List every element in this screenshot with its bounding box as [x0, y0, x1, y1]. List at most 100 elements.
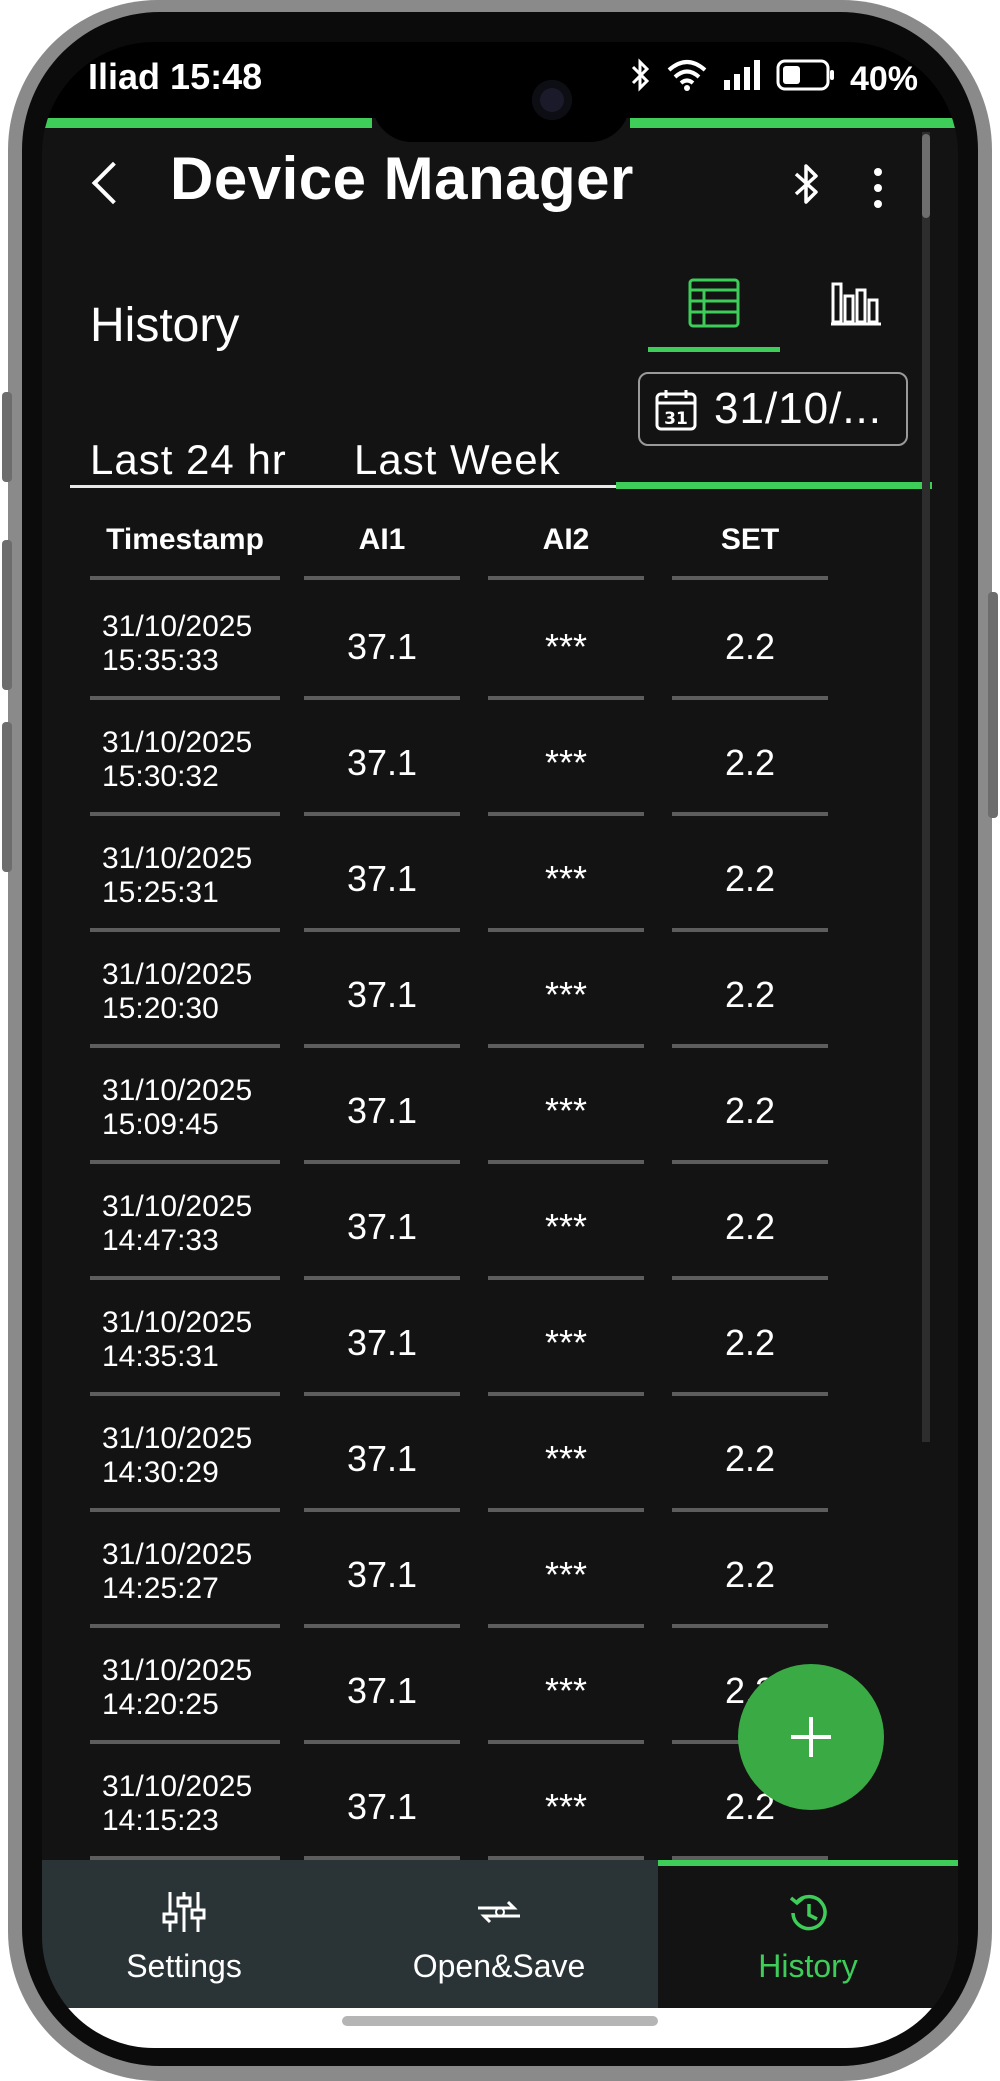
- cell-set: 2.2: [724, 858, 776, 899]
- scrollbar-thumb[interactable]: [922, 134, 930, 218]
- cell-ai2: ***: [544, 1090, 588, 1131]
- table-row[interactable]: 31/10/2025 14:30:29 37.1 *** 2.2: [42, 1396, 958, 1512]
- scrollbar-track[interactable]: [922, 132, 930, 1442]
- cell-timestamp: 31/10/2025 14:35:31: [102, 1306, 252, 1374]
- timestamp-time: 14:25:27: [102, 1572, 219, 1605]
- cell-timestamp: 31/10/2025 15:30:32: [102, 726, 252, 794]
- timestamp-date: 31/10/2025: [102, 1074, 253, 1107]
- timestamp-date: 31/10/2025: [102, 610, 253, 643]
- nav-active-indicator: [658, 1860, 958, 1866]
- cell-ai1: 37.1: [346, 1670, 418, 1711]
- nav-open-save-label: Open&Save: [412, 1948, 586, 1984]
- cell-ai1: 37.1: [346, 974, 418, 1015]
- timestamp-date: 31/10/2025: [102, 1538, 253, 1571]
- side-button: [988, 592, 998, 818]
- header-divider: [304, 576, 460, 580]
- timestamp-time: 14:30:29: [102, 1456, 219, 1489]
- section-title: History: [90, 299, 240, 352]
- tab-active-indicator: [616, 482, 932, 489]
- camera-lens: [532, 80, 572, 120]
- timestamp-date: 31/10/2025: [102, 958, 253, 991]
- cell-timestamp: 31/10/2025 15:20:30: [102, 958, 252, 1026]
- cell-set: 2.2: [724, 1322, 776, 1363]
- column-header-ai2: AI2: [542, 523, 590, 556]
- tab-last-24hr[interactable]: Last 24 hr: [90, 436, 287, 484]
- date-picker-button[interactable]: 31 31/10/...: [638, 372, 908, 446]
- timestamp-time: 15:25:31: [102, 876, 219, 909]
- table-row[interactable]: 31/10/2025 15:25:31 37.1 *** 2.2: [42, 816, 958, 932]
- nav-settings[interactable]: Settings: [42, 1860, 326, 2008]
- table-view-icon: [688, 278, 740, 328]
- timestamp-time: 15:35:33: [102, 644, 219, 677]
- header-divider: [672, 576, 828, 580]
- cell-timestamp: 31/10/2025 14:15:23: [102, 1770, 252, 1838]
- timestamp-time: 14:15:23: [102, 1804, 219, 1837]
- cell-ai2: ***: [544, 626, 588, 667]
- cell-timestamp: 31/10/2025 15:09:45: [102, 1074, 252, 1142]
- cell-set: 2.2: [724, 974, 776, 1015]
- cell-ai1: 37.1: [346, 1786, 418, 1827]
- cell-timestamp: 31/10/2025 14:30:29: [102, 1422, 252, 1490]
- timestamp-date: 31/10/2025: [102, 1306, 253, 1339]
- column-header-ai1: AI1: [358, 523, 406, 556]
- table-row[interactable]: 31/10/2025 15:30:32 37.1 *** 2.2: [42, 700, 958, 816]
- tab-last-week[interactable]: Last Week: [354, 436, 561, 484]
- date-picker-label: 31/10/...: [714, 384, 883, 433]
- bottom-nav: Settings Open&Save History: [42, 1860, 958, 2008]
- status-carrier-time: Iliad 15:48: [88, 56, 262, 98]
- timestamp-time: 14:35:31: [102, 1340, 219, 1373]
- more-vert-icon[interactable]: [874, 168, 882, 216]
- timestamp-time: 14:47:33: [102, 1224, 219, 1257]
- carrier-name: Iliad: [88, 56, 161, 97]
- cell-set: 2.2: [724, 742, 776, 783]
- table-row[interactable]: 31/10/2025 15:35:33 37.1 *** 2.2: [42, 584, 958, 700]
- side-button: [2, 722, 12, 872]
- cell-set: 2.2: [724, 1090, 776, 1131]
- home-indicator[interactable]: [342, 2016, 658, 2026]
- dynamic-island: [372, 62, 630, 142]
- open-save-icon: [326, 1888, 672, 1936]
- cell-ai1: 37.1: [346, 1554, 418, 1595]
- plus-icon: [791, 1717, 831, 1757]
- nav-history-label: History: [758, 1948, 858, 1984]
- side-button: [2, 392, 12, 482]
- timestamp-time: 15:09:45: [102, 1108, 219, 1141]
- table-row[interactable]: 31/10/2025 14:25:27 37.1 *** 2.2: [42, 1512, 958, 1628]
- svg-text:31: 31: [664, 409, 688, 429]
- table-row[interactable]: 31/10/2025 15:20:30 37.1 *** 2.2: [42, 932, 958, 1048]
- cell-set: 2.2: [724, 1206, 776, 1247]
- cell-ai2: ***: [544, 1438, 588, 1479]
- timestamp-date: 31/10/2025: [102, 726, 253, 759]
- bluetooth-icon[interactable]: [792, 162, 822, 211]
- cell-timestamp: 31/10/2025 14:25:27: [102, 1538, 252, 1606]
- chart-view-button[interactable]: [810, 256, 910, 352]
- table-row[interactable]: 31/10/2025 14:47:33 37.1 *** 2.2: [42, 1164, 958, 1280]
- table-row[interactable]: 31/10/2025 15:09:45 37.1 *** 2.2: [42, 1048, 958, 1164]
- cell-set: 2.2: [724, 1554, 776, 1595]
- nav-open-save[interactable]: Open&Save: [326, 1860, 672, 2008]
- app-screen: Iliad 15:48 40% Device Manager History L…: [42, 42, 958, 2048]
- cell-set: 2.2: [724, 1438, 776, 1479]
- status-time: 15:48: [170, 56, 263, 97]
- cell-ai1: 37.1: [346, 1322, 418, 1363]
- timestamp-time: 15:20:30: [102, 992, 219, 1025]
- cell-timestamp: 31/10/2025 14:47:33: [102, 1190, 252, 1258]
- timestamp-time: 14:20:25: [102, 1688, 219, 1721]
- table-view-button[interactable]: [648, 256, 780, 352]
- home-indicator-area: [42, 2008, 958, 2048]
- status-icons: 40%: [630, 58, 918, 101]
- nav-settings-label: Settings: [126, 1948, 242, 1984]
- cell-ai2: ***: [544, 1206, 588, 1247]
- cell-ai2: ***: [544, 858, 588, 899]
- nav-history[interactable]: History: [658, 1860, 958, 2008]
- timestamp-date: 31/10/2025: [102, 1422, 253, 1455]
- cell-ai1: 37.1: [346, 858, 418, 899]
- chart-view-icon: [831, 282, 881, 326]
- cell-ai2: ***: [544, 1670, 588, 1711]
- back-icon[interactable]: [91, 161, 135, 205]
- table-row[interactable]: 31/10/2025 14:35:31 37.1 *** 2.2: [42, 1280, 958, 1396]
- add-button[interactable]: [738, 1664, 884, 1810]
- cell-ai2: ***: [544, 974, 588, 1015]
- wifi-icon: [666, 58, 708, 101]
- signal-icon: [722, 60, 762, 99]
